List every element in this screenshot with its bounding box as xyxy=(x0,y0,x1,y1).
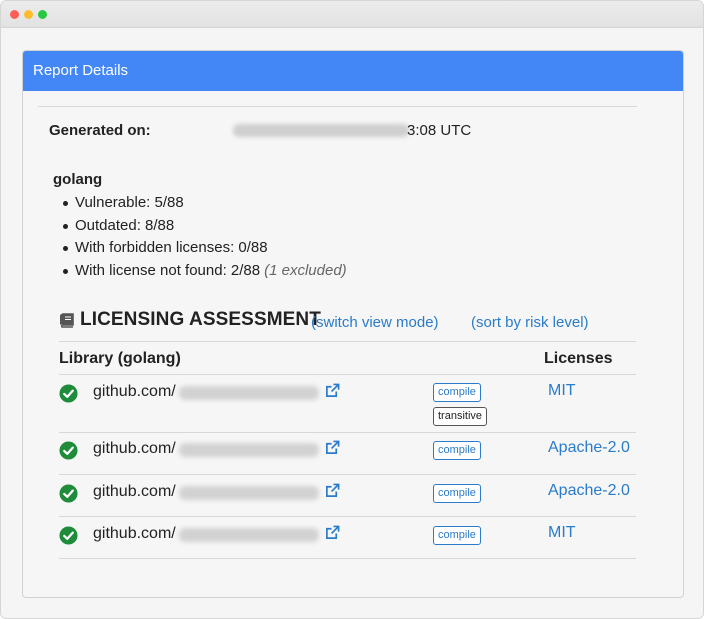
divider xyxy=(38,106,637,107)
redacted-library-path xyxy=(179,386,319,400)
external-link-icon[interactable] xyxy=(325,383,340,398)
redacted-date xyxy=(233,124,409,137)
package-name: golang xyxy=(53,171,103,188)
scope-badge-transitive: transitive xyxy=(433,407,488,426)
external-link-icon[interactable] xyxy=(325,440,340,455)
library-name: github.com/ xyxy=(93,525,176,542)
redacted-library-path xyxy=(179,443,319,457)
excluded-note: (1 excluded) xyxy=(264,261,347,279)
stat-outdated: Outdated: 8/88 xyxy=(63,215,347,238)
library-name: github.com/ xyxy=(93,383,176,400)
scope-badge-compile: compile xyxy=(433,526,481,545)
column-header-library: Library (golang) xyxy=(59,350,181,367)
licensing-assessment-heading: LICENSING ASSESSMENT xyxy=(59,309,321,331)
stat-forbidden-licenses: With forbidden licenses: 0/88 xyxy=(63,237,347,260)
license-link[interactable]: MIT xyxy=(548,382,576,400)
check-circle-icon xyxy=(59,384,78,403)
generated-time: 3:08 UTC xyxy=(407,122,472,139)
maximize-window-button[interactable] xyxy=(38,10,47,19)
book-icon xyxy=(60,312,74,328)
stat-vulnerable: Vulnerable: 5/88 xyxy=(63,192,347,215)
scope-badge-compile: compile xyxy=(433,383,481,402)
redacted-library-path xyxy=(179,486,319,500)
scope-badge-compile: compile xyxy=(433,441,481,460)
close-window-button[interactable] xyxy=(10,10,19,19)
check-circle-icon xyxy=(59,441,78,460)
check-circle-icon xyxy=(59,484,78,503)
stat-license-not-found: With license not found: 2/88 (1 excluded) xyxy=(63,260,347,283)
external-link-icon[interactable] xyxy=(325,483,340,498)
redacted-library-path xyxy=(179,528,319,542)
external-link-icon[interactable] xyxy=(325,525,340,540)
licensing-title: LICENSING ASSESSMENT xyxy=(80,309,321,330)
generated-label: Generated on: xyxy=(49,122,151,139)
switch-view-mode-link[interactable]: (switch view mode) xyxy=(311,314,439,331)
browser-window: Report Details Generated on: 3:08 UTC go… xyxy=(0,0,704,619)
license-link[interactable]: Apache-2.0 xyxy=(548,482,630,500)
license-link[interactable]: Apache-2.0 xyxy=(548,439,630,457)
library-name: github.com/ xyxy=(93,440,176,457)
report-details-panel: Report Details Generated on: 3:08 UTC go… xyxy=(22,50,684,598)
license-link[interactable]: MIT xyxy=(548,524,576,542)
divider xyxy=(59,474,636,475)
scope-badge-compile: compile xyxy=(433,484,481,503)
minimize-window-button[interactable] xyxy=(24,10,33,19)
divider xyxy=(59,341,636,342)
divider xyxy=(59,516,636,517)
window-titlebar xyxy=(1,1,703,28)
library-name: github.com/ xyxy=(93,483,176,500)
divider xyxy=(59,374,636,375)
sort-by-risk-link[interactable]: (sort by risk level) xyxy=(471,314,589,331)
package-stats-list: Vulnerable: 5/88 Outdated: 8/88 With for… xyxy=(63,192,347,283)
check-circle-icon xyxy=(59,526,78,545)
divider xyxy=(59,558,636,559)
panel-title: Report Details xyxy=(23,51,683,91)
divider xyxy=(59,432,636,433)
column-header-licenses: Licenses xyxy=(544,350,613,367)
